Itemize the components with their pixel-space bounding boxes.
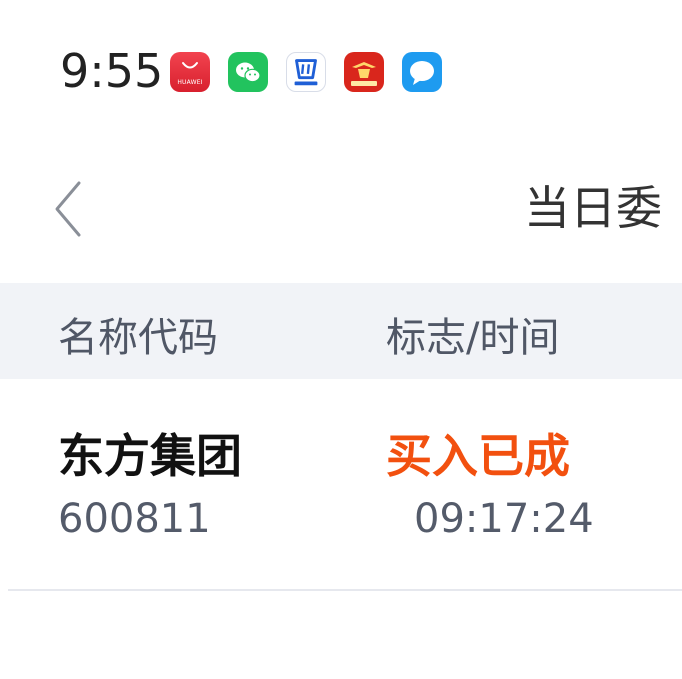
back-button[interactable] [38, 178, 98, 240]
citic-securities-icon [344, 52, 384, 92]
huawei-label: HUAWEI [177, 79, 203, 86]
order-time: 09:17:24 [414, 496, 594, 542]
header-name-code: 名称代码 [58, 315, 218, 361]
wechat-icon [228, 52, 268, 92]
order-status: 买入已成 [386, 429, 570, 483]
huawei-appgallery-icon: HUAWEI [170, 52, 210, 92]
header-flag-time: 标志/时间 [386, 315, 560, 361]
tongdaxin-icon [286, 52, 326, 92]
page-title: 当日委 [524, 181, 662, 235]
status-bar: 9:55 HUAWEI [0, 0, 682, 140]
row-divider [8, 589, 682, 591]
nav-bar: 当日委 [0, 150, 682, 270]
table-row[interactable]: 东方集团 600811 买入已成 09:17:24 [0, 380, 682, 590]
stock-code: 600811 [58, 496, 211, 542]
chevron-left-icon [55, 181, 81, 237]
status-clock: 9:55 [60, 44, 164, 98]
stock-name: 东方集团 [58, 429, 242, 483]
messages-icon [402, 52, 442, 92]
table-header: 名称代码 标志/时间 [0, 283, 682, 379]
